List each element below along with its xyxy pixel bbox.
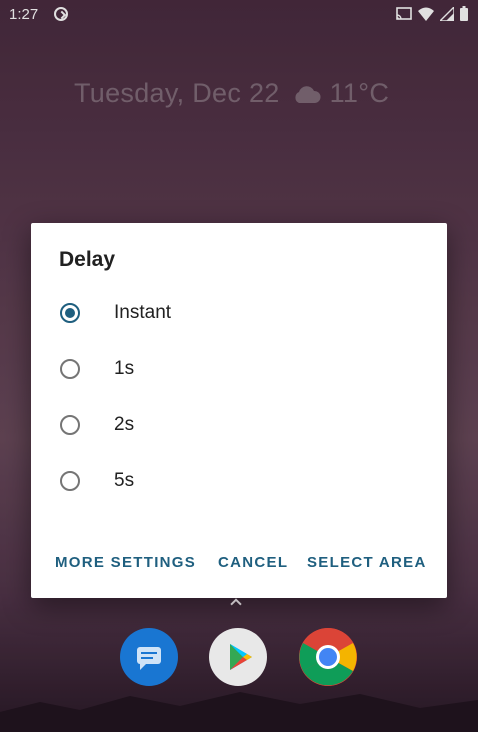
option-instant[interactable]: Instant bbox=[60, 293, 420, 333]
option-label: 1s bbox=[114, 358, 135, 379]
radio-2s[interactable] bbox=[60, 415, 80, 435]
wallpaper-mountains bbox=[0, 692, 478, 732]
radio-5s[interactable] bbox=[60, 471, 80, 491]
dialog-actions: MORE SETTINGS CANCEL SELECT AREA bbox=[31, 554, 447, 578]
option-2s[interactable]: 2s bbox=[60, 405, 420, 445]
delay-dialog: Delay Instant 1s 2s 5s MORE SETTINGS CAN… bbox=[31, 223, 447, 598]
dialog-title: Delay bbox=[59, 248, 116, 271]
cancel-button[interactable]: CANCEL bbox=[218, 554, 288, 571]
radio-1s[interactable] bbox=[60, 359, 80, 379]
more-settings-button[interactable]: MORE SETTINGS bbox=[55, 554, 196, 571]
option-label: 5s bbox=[114, 470, 135, 491]
option-label: 2s bbox=[114, 414, 135, 435]
option-1s[interactable]: 1s bbox=[60, 349, 420, 389]
radio-instant[interactable] bbox=[60, 303, 80, 323]
option-label: Instant bbox=[114, 302, 172, 323]
select-area-button[interactable]: SELECT AREA bbox=[307, 554, 427, 571]
option-5s[interactable]: 5s bbox=[60, 461, 420, 501]
